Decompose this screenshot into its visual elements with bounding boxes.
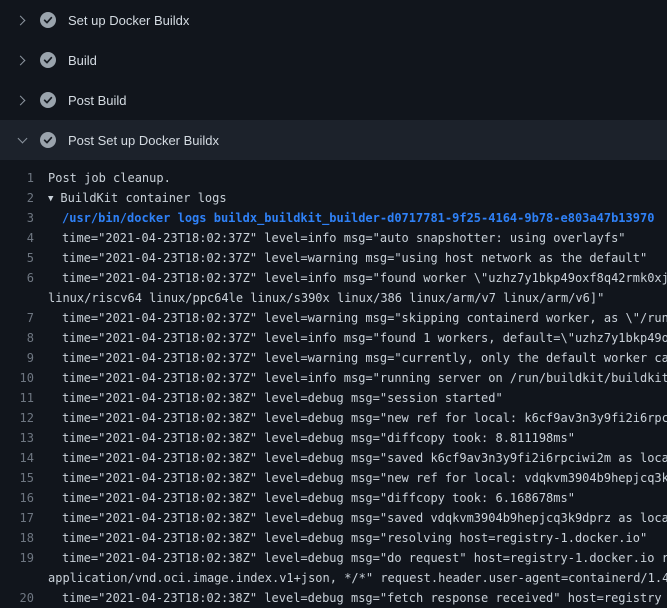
- actions-log-viewer: Set up Docker Buildx Build Post Build: [0, 0, 667, 608]
- log-line: 9 time="2021-04-23T18:02:37Z" level=warn…: [0, 348, 667, 368]
- log-line-number[interactable]: 8: [0, 328, 48, 348]
- log-line-text: time="2021-04-23T18:02:38Z" level=debug …: [48, 588, 662, 608]
- log-line-text: time="2021-04-23T18:02:37Z" level=info m…: [48, 228, 626, 248]
- log-line-text: time="2021-04-23T18:02:37Z" level=warnin…: [48, 248, 647, 268]
- chevron-icon: [14, 132, 30, 148]
- log-line-number[interactable]: 18: [0, 528, 48, 548]
- log-line-text: application/vnd.oci.image.index.v1+json,…: [48, 568, 667, 588]
- log-line-text: time="2021-04-23T18:02:38Z" level=debug …: [48, 488, 575, 508]
- log-line: 19 time="2021-04-23T18:02:38Z" level=deb…: [0, 548, 667, 568]
- log-line-text: time="2021-04-23T18:02:38Z" level=debug …: [48, 448, 667, 468]
- log-line-text: linux/riscv64 linux/ppc64le linux/s390x …: [48, 288, 604, 308]
- log-line-text: time="2021-04-23T18:02:38Z" level=debug …: [48, 548, 667, 568]
- log-line-number[interactable]: 9: [0, 348, 48, 368]
- log-line: 14 time="2021-04-23T18:02:38Z" level=deb…: [0, 448, 667, 468]
- log-line: 13 time="2021-04-23T18:02:38Z" level=deb…: [0, 428, 667, 448]
- log-line-text: time="2021-04-23T18:02:38Z" level=debug …: [48, 388, 503, 408]
- group-toggle-icon[interactable]: ▼: [48, 189, 53, 209]
- log-line: linux/riscv64 linux/ppc64le linux/s390x …: [0, 288, 667, 308]
- log-line-number[interactable]: 11: [0, 388, 48, 408]
- log-line: 4 time="2021-04-23T18:02:37Z" level=info…: [0, 228, 667, 248]
- log-line-text: time="2021-04-23T18:02:38Z" level=debug …: [48, 528, 647, 548]
- log-lines: 1 Post job cleanup. 2 ▼BuildKit containe…: [0, 160, 667, 608]
- log-line-text: time="2021-04-23T18:02:38Z" level=debug …: [48, 508, 667, 528]
- log-line: application/vnd.oci.image.index.v1+json,…: [0, 568, 667, 588]
- steps-list: Set up Docker Buildx Build Post Build: [0, 0, 667, 160]
- log-line-number[interactable]: 15: [0, 468, 48, 488]
- step-row-post-set-up-docker-buildx[interactable]: Post Set up Docker Buildx: [0, 120, 667, 160]
- log-line-number[interactable]: 13: [0, 428, 48, 448]
- log-line: 10 time="2021-04-23T18:02:37Z" level=inf…: [0, 368, 667, 388]
- chevron-icon: [14, 12, 30, 28]
- log-line-number[interactable]: 14: [0, 448, 48, 468]
- log-line: 17 time="2021-04-23T18:02:38Z" level=deb…: [0, 508, 667, 528]
- step-label: Build: [68, 53, 97, 68]
- log-line-text: ▼BuildKit container logs: [48, 188, 227, 208]
- log-line-number[interactable]: 4: [0, 228, 48, 248]
- log-line-text: time="2021-04-23T18:02:38Z" level=debug …: [48, 428, 575, 448]
- log-line: 1 Post job cleanup.: [0, 168, 667, 188]
- log-line-number[interactable]: 1: [0, 168, 48, 188]
- log-line: 5 time="2021-04-23T18:02:37Z" level=warn…: [0, 248, 667, 268]
- log-line-number[interactable]: 20: [0, 588, 48, 608]
- log-line-number[interactable]: 19: [0, 548, 48, 568]
- log-line: 20 time="2021-04-23T18:02:38Z" level=deb…: [0, 588, 667, 608]
- log-line-text: Post job cleanup.: [48, 168, 171, 188]
- step-row-post-build[interactable]: Post Build: [0, 80, 667, 120]
- log-line-text: time="2021-04-23T18:02:37Z" level=warnin…: [48, 308, 667, 328]
- log-line: 8 time="2021-04-23T18:02:37Z" level=info…: [0, 328, 667, 348]
- log-line-number[interactable]: 17: [0, 508, 48, 528]
- log-line-text: time="2021-04-23T18:02:37Z" level=info m…: [48, 368, 667, 388]
- chevron-icon: [14, 92, 30, 108]
- log-line: 3 /usr/bin/docker logs buildx_buildkit_b…: [0, 208, 667, 228]
- log-line-number[interactable]: 7: [0, 308, 48, 328]
- log-line-number[interactable]: 2: [0, 188, 48, 208]
- log-line-text: time="2021-04-23T18:02:38Z" level=debug …: [48, 408, 667, 428]
- step-label: Post Build: [68, 93, 127, 108]
- log-line-number[interactable]: 16: [0, 488, 48, 508]
- check-circle-icon: [40, 92, 56, 108]
- log-line-number[interactable]: 5: [0, 248, 48, 268]
- log-line: 2 ▼BuildKit container logs: [0, 188, 667, 208]
- chevron-icon: [14, 52, 30, 68]
- log-line: 18 time="2021-04-23T18:02:38Z" level=deb…: [0, 528, 667, 548]
- log-line: 6 time="2021-04-23T18:02:37Z" level=info…: [0, 268, 667, 288]
- step-row-set-up-docker-buildx[interactable]: Set up Docker Buildx: [0, 0, 667, 40]
- check-circle-icon: [40, 12, 56, 28]
- log-line-text: time="2021-04-23T18:02:37Z" level=info m…: [48, 328, 667, 348]
- log-line: 7 time="2021-04-23T18:02:37Z" level=warn…: [0, 308, 667, 328]
- log-line-text: time="2021-04-23T18:02:37Z" level=info m…: [48, 268, 667, 288]
- log-line-number[interactable]: 10: [0, 368, 48, 388]
- step-row-build[interactable]: Build: [0, 40, 667, 80]
- log-line: 16 time="2021-04-23T18:02:38Z" level=deb…: [0, 488, 667, 508]
- check-circle-icon: [40, 132, 56, 148]
- log-line-number[interactable]: 6: [0, 268, 48, 288]
- log-line-text: time="2021-04-23T18:02:37Z" level=warnin…: [48, 348, 667, 368]
- log-line-text: time="2021-04-23T18:02:38Z" level=debug …: [48, 468, 667, 488]
- check-circle-icon: [40, 52, 56, 68]
- log-line: 15 time="2021-04-23T18:02:38Z" level=deb…: [0, 468, 667, 488]
- log-line-number[interactable]: 3: [0, 208, 48, 228]
- log-line-text: /usr/bin/docker logs buildx_buildkit_bui…: [48, 208, 654, 228]
- log-line: 12 time="2021-04-23T18:02:38Z" level=deb…: [0, 408, 667, 428]
- log-line-number[interactable]: [0, 288, 48, 308]
- step-label: Post Set up Docker Buildx: [68, 133, 219, 148]
- step-label: Set up Docker Buildx: [68, 13, 189, 28]
- log-line: 11 time="2021-04-23T18:02:38Z" level=deb…: [0, 388, 667, 408]
- log-line-number[interactable]: [0, 568, 48, 588]
- log-line-number[interactable]: 12: [0, 408, 48, 428]
